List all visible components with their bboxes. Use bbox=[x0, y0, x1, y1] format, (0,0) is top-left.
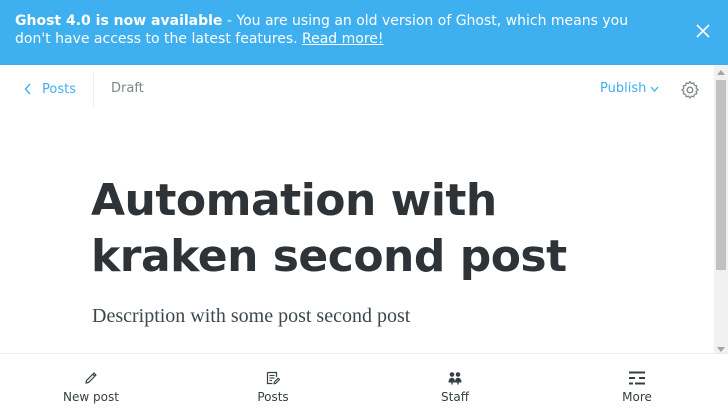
update-banner: Ghost 4.0 is now available - You are usi… bbox=[0, 0, 728, 65]
banner-read-more-link[interactable]: Read more! bbox=[302, 31, 384, 47]
publish-button[interactable]: Publish bbox=[600, 81, 659, 96]
more-icon bbox=[629, 371, 645, 385]
nav-new-post-label: New post bbox=[63, 390, 119, 404]
post-status: Draft bbox=[111, 81, 144, 96]
scroll-down-arrow[interactable] bbox=[717, 347, 725, 352]
chevron-left-icon bbox=[24, 83, 31, 95]
banner-title: Ghost 4.0 is now available bbox=[15, 13, 223, 29]
editor-header: Posts Draft Publish bbox=[0, 65, 714, 115]
scroll-up-arrow[interactable] bbox=[717, 70, 725, 75]
publish-label: Publish bbox=[600, 81, 647, 96]
nav-posts[interactable]: Posts bbox=[213, 354, 333, 418]
scroll-thumb[interactable] bbox=[716, 80, 726, 270]
editor-content: Automation with kraken second post Descr… bbox=[0, 115, 714, 353]
header-divider bbox=[93, 73, 94, 107]
vertical-scrollbar[interactable] bbox=[714, 65, 728, 354]
bottom-nav: New post Posts Staff More bbox=[0, 353, 728, 418]
posts-icon bbox=[266, 371, 281, 385]
chevron-down-icon bbox=[650, 86, 659, 92]
post-title[interactable]: Automation with kraken second post bbox=[91, 173, 631, 285]
post-excerpt[interactable]: Description with some post second post bbox=[92, 305, 410, 328]
back-to-posts-link[interactable]: Posts bbox=[24, 79, 76, 99]
nav-staff-label: Staff bbox=[441, 390, 469, 404]
nav-more[interactable]: More bbox=[577, 354, 697, 418]
gear-icon[interactable] bbox=[680, 80, 700, 100]
nav-posts-label: Posts bbox=[257, 390, 289, 404]
close-icon[interactable] bbox=[694, 22, 712, 40]
staff-icon bbox=[448, 372, 462, 385]
nav-staff[interactable]: Staff bbox=[395, 354, 515, 418]
nav-new-post[interactable]: New post bbox=[31, 354, 151, 418]
back-to-posts-label: Posts bbox=[42, 81, 76, 97]
nav-more-label: More bbox=[622, 390, 652, 404]
pencil-icon bbox=[85, 372, 97, 384]
